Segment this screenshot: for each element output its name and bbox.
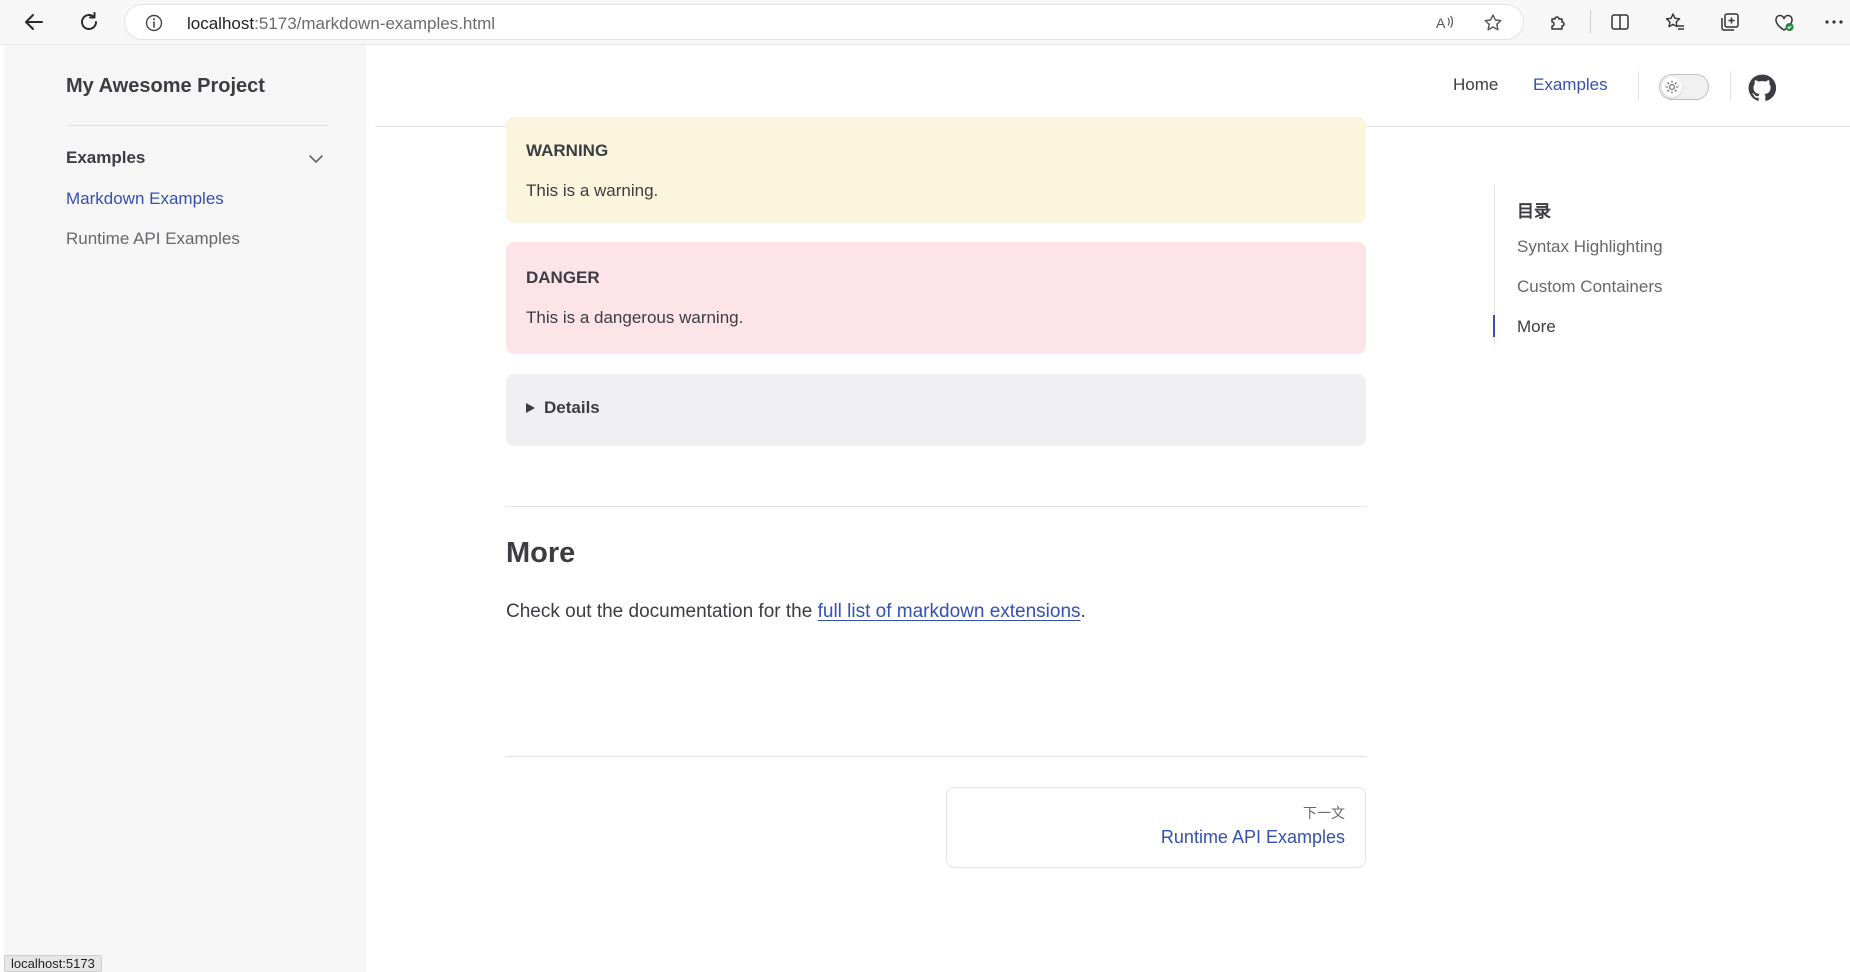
section-divider (506, 506, 1366, 507)
sidebar: My Awesome Project Examples Markdown Exa… (4, 45, 366, 972)
extensions-icon[interactable] (1545, 8, 1573, 36)
site-title[interactable]: My Awesome Project (66, 75, 265, 98)
chevron-down-icon[interactable] (306, 149, 326, 169)
footer-divider (506, 756, 1366, 757)
nav-divider (1638, 71, 1639, 101)
status-bar-url: localhost:5173 (4, 955, 102, 972)
sun-icon (1662, 77, 1682, 97)
sidebar-item-markdown-examples[interactable]: Markdown Examples (66, 189, 224, 209)
nav-link-examples[interactable]: Examples (1533, 75, 1608, 95)
next-page-caption: 下一文 (1303, 805, 1345, 821)
danger-title: DANGER (526, 268, 600, 287)
danger-callout: DANGER This is a dangerous warning. (506, 242, 1366, 354)
warning-text: This is a warning. (526, 181, 659, 200)
toc-item-custom-containers[interactable]: Custom Containers (1517, 277, 1663, 297)
url-text[interactable]: localhost:5173/markdown-examples.html (187, 14, 495, 34)
favorite-star-icon[interactable] (1483, 13, 1503, 38)
toolbar-divider (1590, 10, 1591, 34)
sidebar-item-runtime-api-examples[interactable]: Runtime API Examples (66, 229, 240, 249)
section-heading-more: More (506, 537, 576, 569)
sidebar-divider (66, 125, 328, 126)
more-paragraph: Check out the documentation for the full… (506, 601, 1086, 623)
reload-icon[interactable] (71, 4, 107, 40)
theme-toggle[interactable] (1659, 74, 1709, 100)
nav-divider-2 (1730, 71, 1731, 101)
address-bar[interactable]: localhost:5173/markdown-examples.html A (124, 4, 1524, 40)
danger-text: This is a dangerous warning. (526, 308, 744, 327)
details-label: Details (544, 398, 600, 417)
warning-title: WARNING (526, 141, 609, 160)
next-page-link[interactable]: 下一文 Runtime API Examples (946, 787, 1366, 868)
sidebar-group-title[interactable]: Examples (66, 148, 145, 168)
top-navbar: Home Examples (375, 45, 1850, 127)
toc-title: 目录 (1517, 202, 1551, 221)
warning-callout: WARNING This is a warning. (506, 117, 1366, 223)
url-path: :5173/markdown-examples.html (254, 14, 496, 33)
markdown-extensions-link[interactable]: full list of markdown extensions (818, 601, 1081, 622)
next-page-title: Runtime API Examples (1160, 827, 1345, 847)
github-icon[interactable] (1748, 74, 1777, 102)
browser-toolbar: localhost:5173/markdown-examples.html A (0, 0, 1850, 44)
toc-active-marker (1493, 315, 1495, 337)
disclosure-triangle-icon (526, 403, 535, 413)
favorites-icon[interactable] (1661, 8, 1689, 36)
split-screen-icon[interactable] (1606, 8, 1634, 36)
url-host: localhost (187, 14, 255, 33)
nav-link-home[interactable]: Home (1453, 75, 1498, 95)
read-aloud-icon[interactable]: A (1435, 13, 1455, 38)
site-info-icon[interactable] (145, 14, 163, 32)
collections-icon[interactable] (1716, 8, 1744, 36)
details-toggle[interactable]: Details (506, 374, 1366, 446)
paragraph-text: Check out the documentation for the (506, 601, 818, 622)
page-viewport: My Awesome Project Examples Markdown Exa… (0, 44, 1850, 972)
toc-item-syntax-highlighting[interactable]: Syntax Highlighting (1517, 237, 1663, 257)
toc-item-more[interactable]: More (1517, 317, 1556, 337)
more-options-icon[interactable] (1820, 8, 1848, 36)
paragraph-period: . (1080, 601, 1086, 622)
svg-text:A: A (1436, 15, 1446, 31)
browser-essentials-icon[interactable] (1770, 8, 1798, 36)
back-arrow-icon[interactable] (16, 4, 52, 40)
